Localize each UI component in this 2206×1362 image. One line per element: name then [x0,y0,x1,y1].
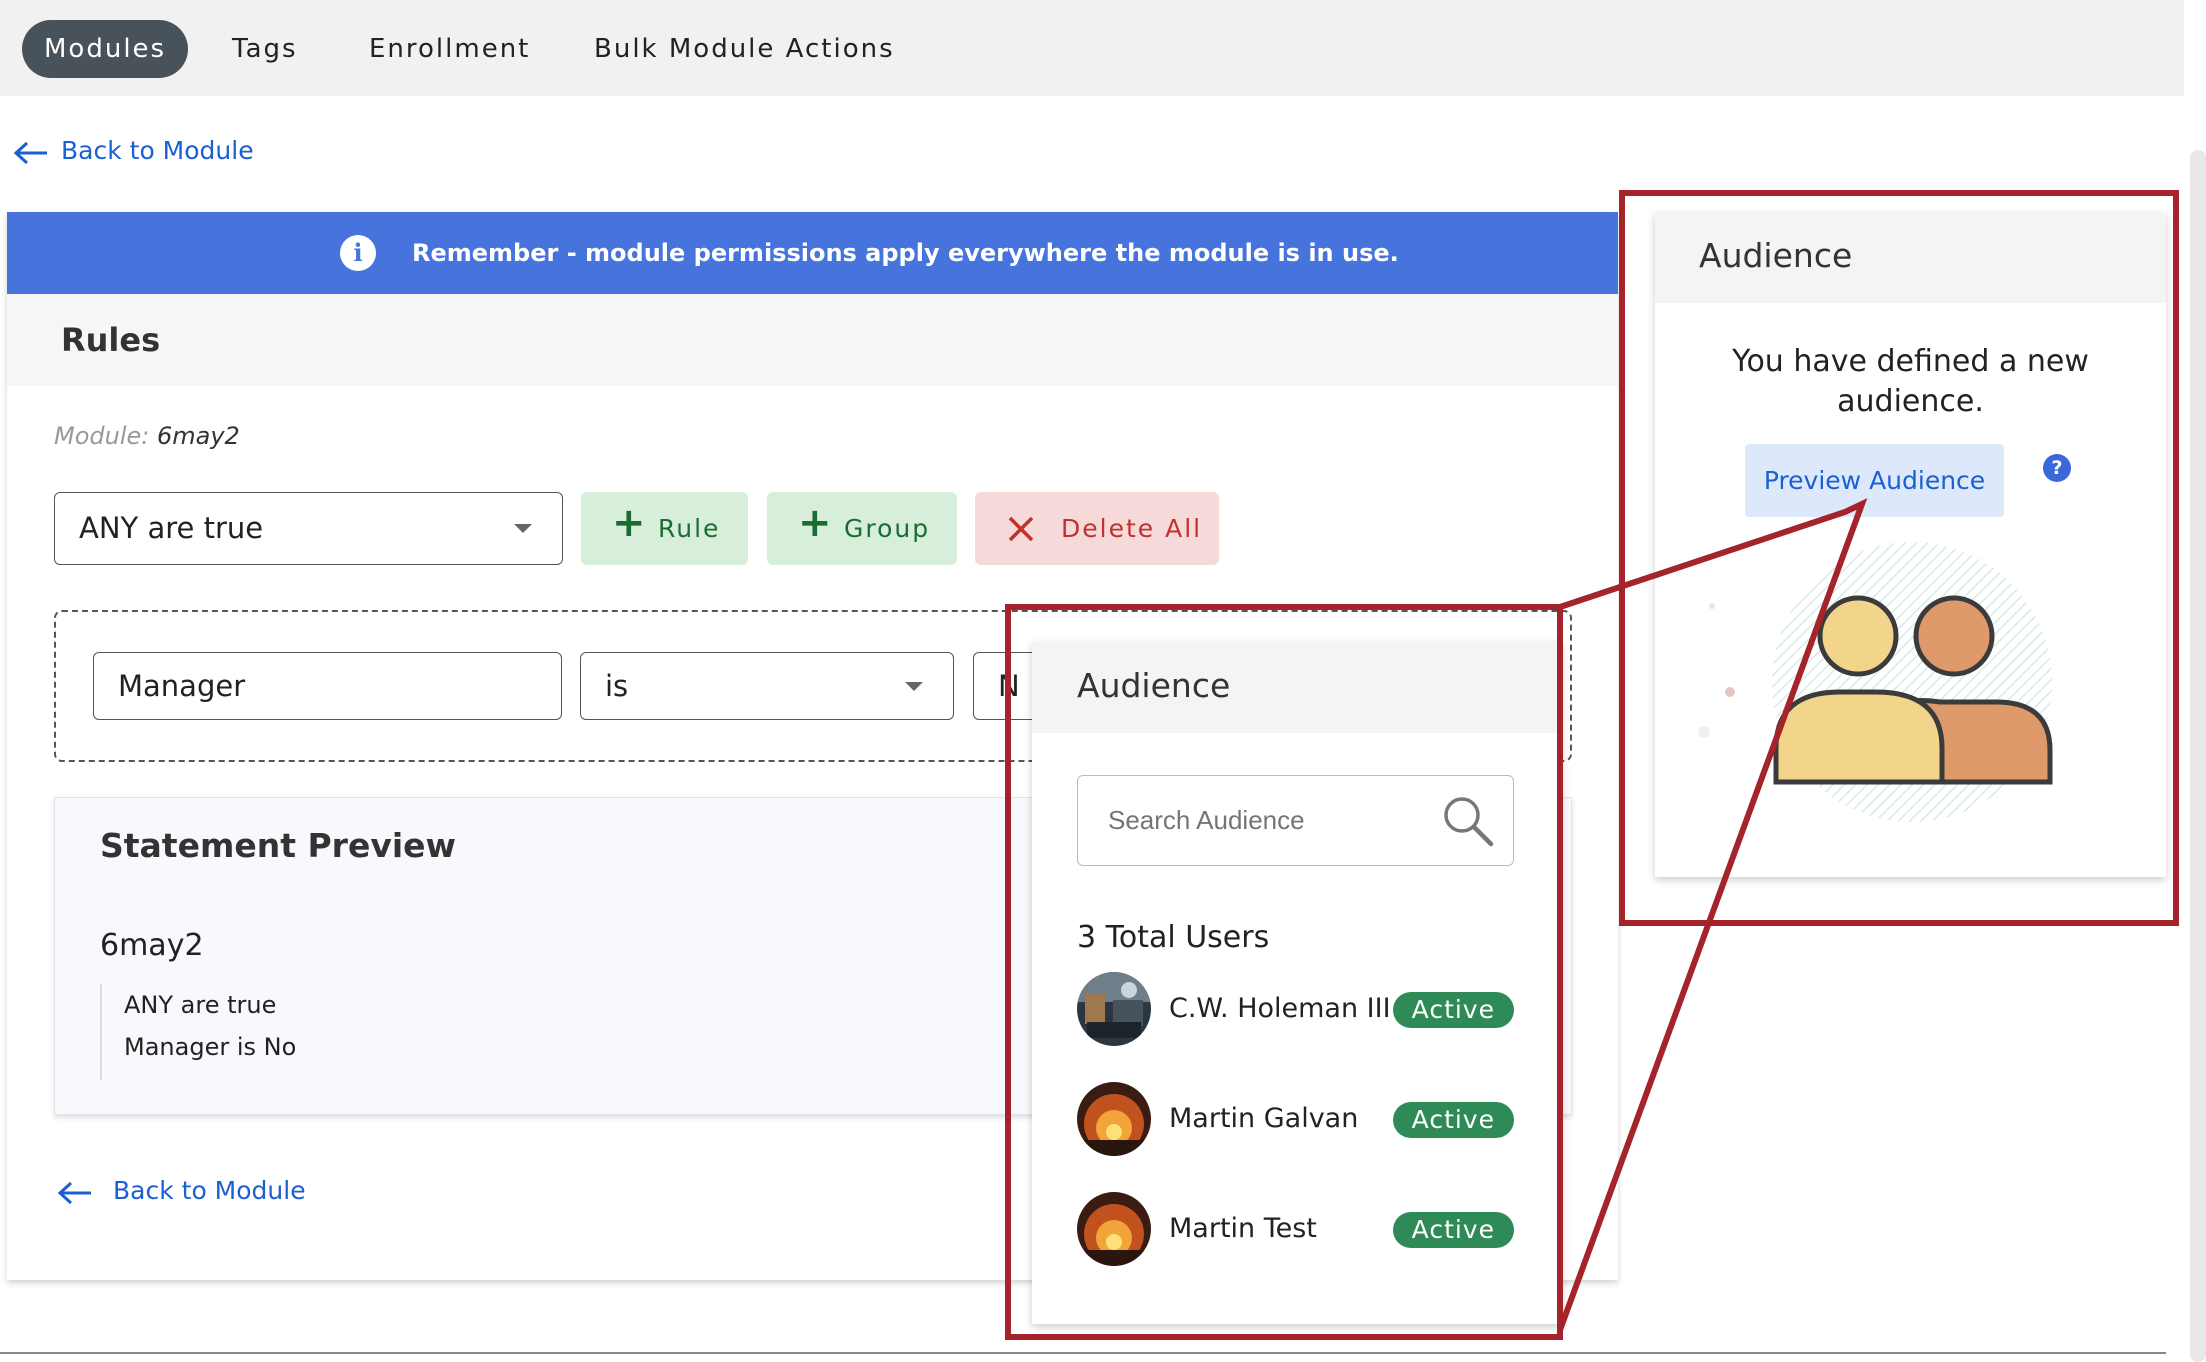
banner-text: Remember - module permissions apply ever… [412,239,1399,267]
avatar [1077,972,1151,1046]
rule-field-input[interactable]: Manager [93,652,562,720]
condition-select-value: ANY are true [79,511,264,545]
search-icon[interactable] [1441,794,1495,848]
status-badge: Active [1392,1212,1514,1248]
status-badge: Active [1392,1102,1514,1138]
status-badge: Active [1392,992,1514,1028]
preview-audience-button[interactable]: Preview Audience [1745,444,2004,517]
user-name: Martin Galvan [1169,1103,1359,1134]
condition-select[interactable]: ANY are true [54,492,563,565]
audience-list-header: Audience [1032,642,1562,733]
add-rule-button[interactable]: + Rule [581,492,748,565]
audience-panel-header: Audience [1655,212,2166,303]
tab-enrollment[interactable]: Enrollment [369,20,530,78]
scrollbar[interactable] [2190,150,2206,1362]
total-users-count: 3 Total Users [1077,920,1270,955]
add-group-button[interactable]: + Group [767,492,957,565]
statement-preview-title: Statement Preview [100,826,457,865]
user-list-item[interactable]: C.W. Holeman III Active [1077,972,1514,1046]
rule-field-value: Manager [118,669,246,703]
statement-preview-lines: ANY are true Manager is No [100,984,296,1080]
user-list-item[interactable]: Martin Test Active [1077,1192,1514,1266]
statement-line: ANY are true [124,991,277,1019]
arrow-left-icon [14,141,47,165]
permissions-banner: i Remember - module permissions apply ev… [7,212,1618,294]
statement-preview-module: 6may2 [100,928,204,963]
search-audience-input[interactable] [1106,794,1426,846]
avatar [1077,1082,1151,1156]
audience-illustration-icon [1698,542,2053,822]
audience-defined-message: You have defined a new audience. [1732,344,2089,419]
rules-title: Rules [61,321,161,359]
delete-all-button[interactable]: Delete All [975,492,1219,565]
rule-operator-value: is [605,669,629,703]
page-divider [0,1352,2166,1354]
top-nav: Modules Tags Enrollment Bulk Module Acti… [0,0,2184,96]
rule-operator-select[interactable]: is [580,652,954,720]
audience-panel: Audience You have defined a new audience… [1655,212,2166,877]
back-to-module-link[interactable]: Back to Module [14,136,254,172]
avatar [1077,1192,1151,1266]
rules-header: Rules [7,294,1618,386]
search-audience-field[interactable] [1077,775,1514,866]
audience-list-card: Audience 3 Total Users C.W. Holeman III … [1032,642,1562,1324]
info-icon: i [340,235,376,271]
tab-bulk-module-actions[interactable]: Bulk Module Actions [594,20,895,78]
statement-line: Manager is No [124,1033,297,1061]
rule-value-text: N [998,669,1020,703]
module-label: Module: 6may2 [54,422,240,450]
tab-modules[interactable]: Modules [22,20,189,78]
back-to-module-link-bottom[interactable]: Back to Module [58,1176,306,1212]
plus-icon: + [612,500,648,546]
module-label-key: Module: [54,422,150,450]
delete-all-label: Delete All [1061,514,1203,543]
tab-tags[interactable]: Tags [232,20,298,78]
user-name: Martin Test [1169,1213,1317,1244]
audience-list-title: Audience [1077,666,1231,705]
audience-panel-title: Audience [1699,236,1853,275]
module-name: 6may2 [157,422,240,450]
chevron-down-icon [905,682,923,691]
arrow-left-icon [58,1181,91,1205]
add-rule-label: Rule [658,514,721,543]
help-icon[interactable]: ? [2043,454,2071,482]
close-icon [1008,516,1034,542]
user-list-item[interactable]: Martin Galvan Active [1077,1082,1514,1156]
user-name: C.W. Holeman III [1169,993,1391,1024]
back-to-module-label: Back to Module [61,136,254,165]
plus-icon: + [798,500,834,546]
chevron-down-icon [514,524,532,533]
back-to-module-label: Back to Module [113,1176,306,1205]
add-group-label: Group [844,514,931,543]
